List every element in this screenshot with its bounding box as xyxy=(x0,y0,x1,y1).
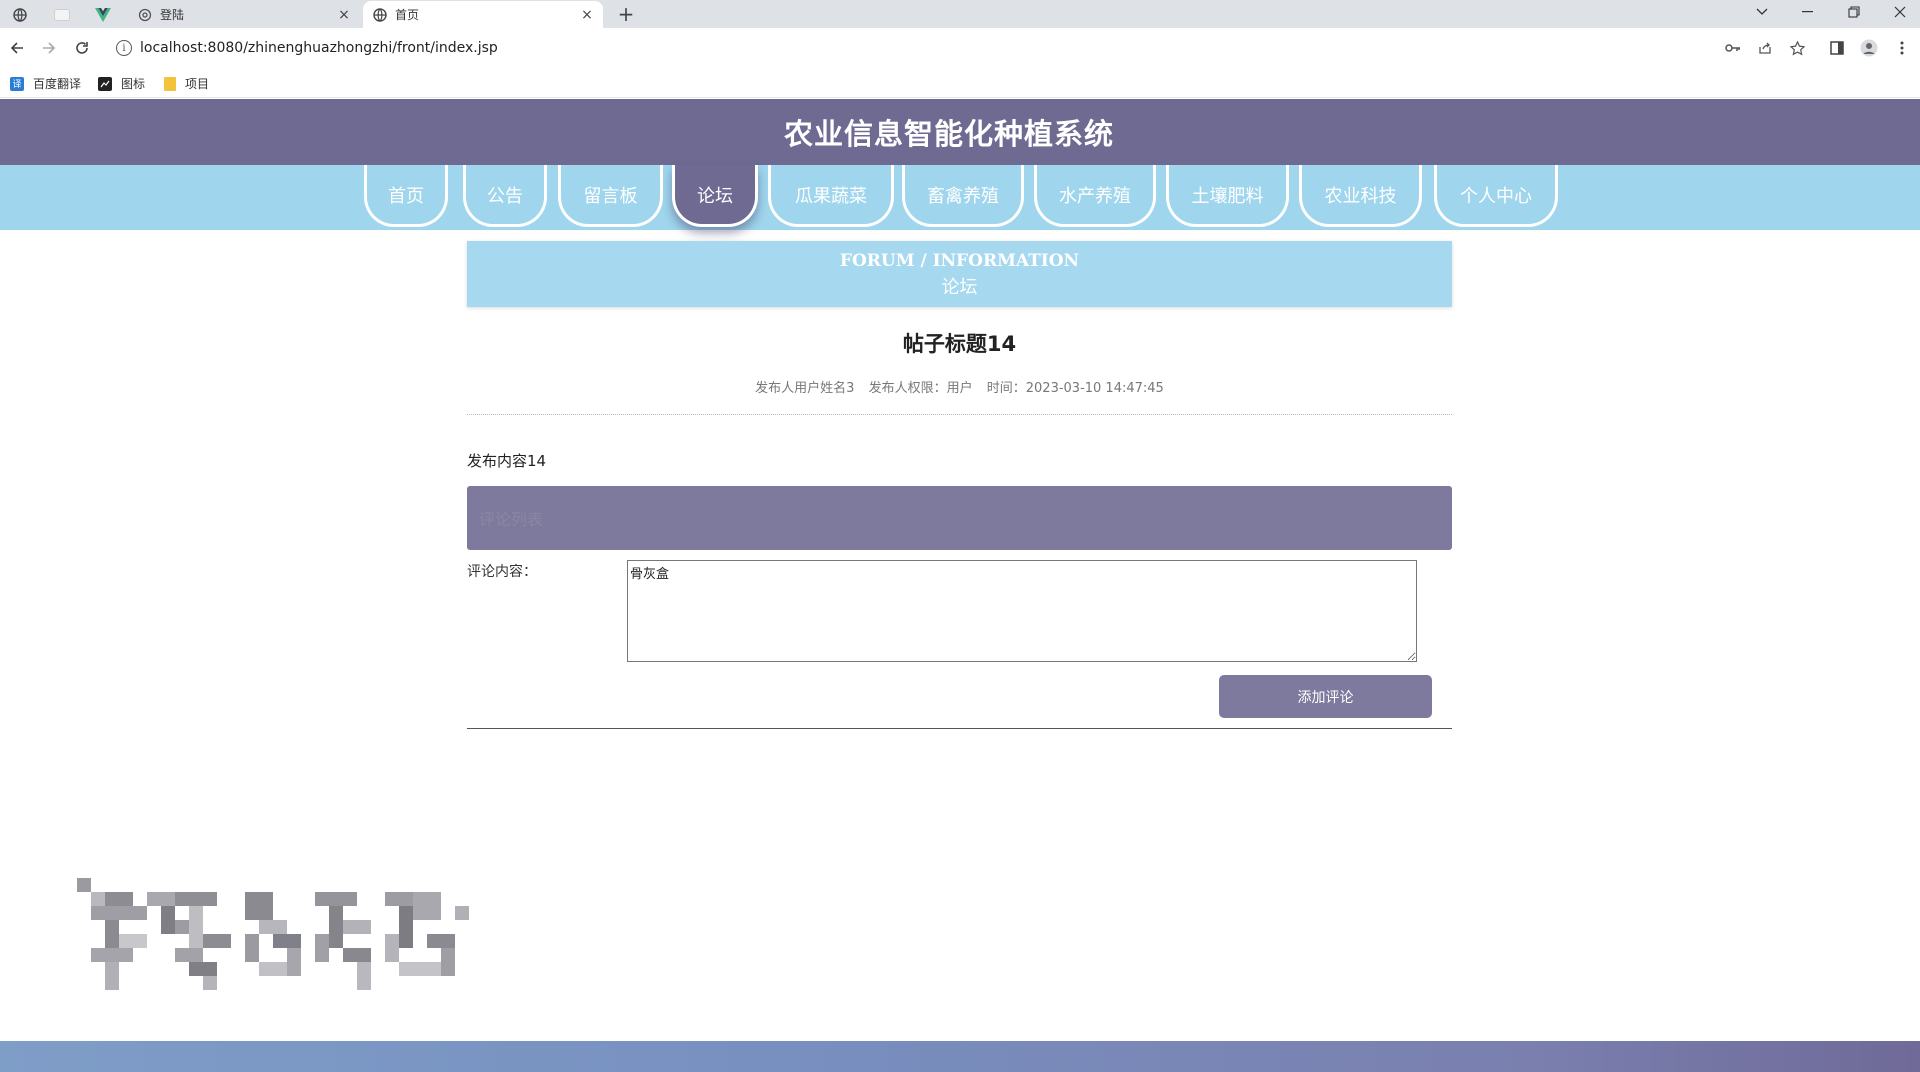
post-content: 发布内容14 xyxy=(467,452,547,470)
pixelated-watermark xyxy=(77,878,469,992)
nav-personal-center[interactable]: 个人中心 xyxy=(1434,165,1558,227)
nav-notices[interactable]: 公告 xyxy=(463,165,547,227)
post-title: 帖子标题14 xyxy=(902,332,1017,356)
bookmark-label: 项目 xyxy=(185,77,210,91)
site-info-icon[interactable]: i xyxy=(116,40,132,56)
add-comment-button[interactable]: 添加评论 xyxy=(1219,675,1432,718)
main-nav: 首页 公告 留言板 论坛 瓜果蔬菜 畜禽养殖 水产养殖 土壤肥料 农业科技 个人… xyxy=(0,165,1920,230)
blank-page-icon[interactable] xyxy=(51,4,73,26)
footer-bar xyxy=(0,1041,1920,1072)
vue-logo-icon[interactable] xyxy=(92,4,114,26)
more-menu-icon[interactable] xyxy=(1892,38,1912,58)
comment-list-header: 评论列表 xyxy=(467,486,1452,550)
nav-aquaculture[interactable]: 水产养殖 xyxy=(1034,165,1156,227)
globe-icon xyxy=(373,7,387,22)
icon-library-icon xyxy=(98,76,112,91)
divider xyxy=(467,728,1452,729)
site-header: 农业信息智能化种植系统 xyxy=(0,99,1920,165)
nav-soil-fertilizer[interactable]: 土壤肥料 xyxy=(1166,165,1289,227)
restore-icon[interactable] xyxy=(1832,0,1876,24)
profile-avatar-icon[interactable] xyxy=(1859,38,1879,58)
post-meta: 发布人用户姓名3 发布人权限：用户 时间：2023-03-10 14:47:45 xyxy=(467,377,1452,396)
close-window-icon[interactable] xyxy=(1878,0,1920,24)
nav-home[interactable]: 首页 xyxy=(364,165,448,227)
nav-message-board[interactable]: 留言板 xyxy=(558,165,663,227)
banner-english-title: FORUM / INFORMATION xyxy=(839,251,1080,271)
section-banner: FORUM / INFORMATION 论坛 xyxy=(467,241,1452,307)
comment-input[interactable]: 骨灰盒 xyxy=(627,560,1417,662)
bookmark-baidu-translate[interactable]: 译 百度翻译 xyxy=(10,75,81,92)
tab-title: 登陆 xyxy=(160,8,185,22)
bookmark-icons[interactable]: 图标 xyxy=(98,75,145,92)
bookmark-project-folder[interactable]: 项目 xyxy=(164,75,209,92)
bookmark-label: 图标 xyxy=(121,77,146,91)
bookmarks-bar: 译 百度翻译 图标 项目 xyxy=(0,68,1920,98)
post-role: 发布人权限：用户 xyxy=(868,381,973,396)
banner-chinese-title: 论坛 xyxy=(941,277,978,298)
new-tab-button[interactable]: + xyxy=(614,2,638,26)
globe-icon[interactable] xyxy=(9,4,31,26)
settings-icon xyxy=(138,8,152,22)
reload-icon[interactable] xyxy=(70,36,94,60)
folder-icon xyxy=(164,76,176,91)
address-bar: i localhost:8080/zhinenghuazhongzhi/fron… xyxy=(0,28,1920,68)
back-arrow-icon[interactable] xyxy=(5,36,29,60)
tab-login[interactable]: 登陆 × xyxy=(128,1,360,28)
nav-fruits-vegetables[interactable]: 瓜果蔬菜 xyxy=(768,165,894,227)
comment-label: 评论内容： xyxy=(467,564,537,580)
forward-arrow-icon[interactable] xyxy=(37,36,61,60)
post-author: 发布人用户姓名3 xyxy=(755,381,855,396)
bookmark-label: 百度翻译 xyxy=(33,77,82,91)
tab-title: 首页 xyxy=(395,8,420,22)
close-tab-icon[interactable]: × xyxy=(577,5,597,25)
share-icon[interactable] xyxy=(1755,38,1775,58)
close-tab-icon[interactable]: × xyxy=(334,5,354,25)
post-time: 时间：2023-03-10 14:47:45 xyxy=(986,381,1164,396)
tab-home[interactable]: 首页 × xyxy=(363,1,603,28)
url-text: localhost:8080/zhinenghuazhongzhi/front/… xyxy=(140,40,498,56)
nav-agri-tech[interactable]: 农业科技 xyxy=(1299,165,1422,227)
side-panel-icon[interactable] xyxy=(1827,38,1847,58)
translate-icon: 译 xyxy=(10,76,24,91)
site-title: 农业信息智能化种植系统 xyxy=(783,117,1114,151)
tab-search-icon[interactable] xyxy=(1740,0,1784,24)
minimize-icon[interactable] xyxy=(1786,0,1830,24)
bookmark-star-icon[interactable] xyxy=(1787,38,1807,58)
nav-forum[interactable]: 论坛 xyxy=(672,165,758,227)
url-field[interactable]: i localhost:8080/zhinenghuazhongzhi/fron… xyxy=(108,33,1788,63)
key-icon[interactable] xyxy=(1723,38,1743,58)
browser-tab-strip: 登陆 × 首页 × + xyxy=(0,0,1920,28)
nav-livestock[interactable]: 畜禽养殖 xyxy=(902,165,1024,227)
divider xyxy=(467,414,1452,415)
